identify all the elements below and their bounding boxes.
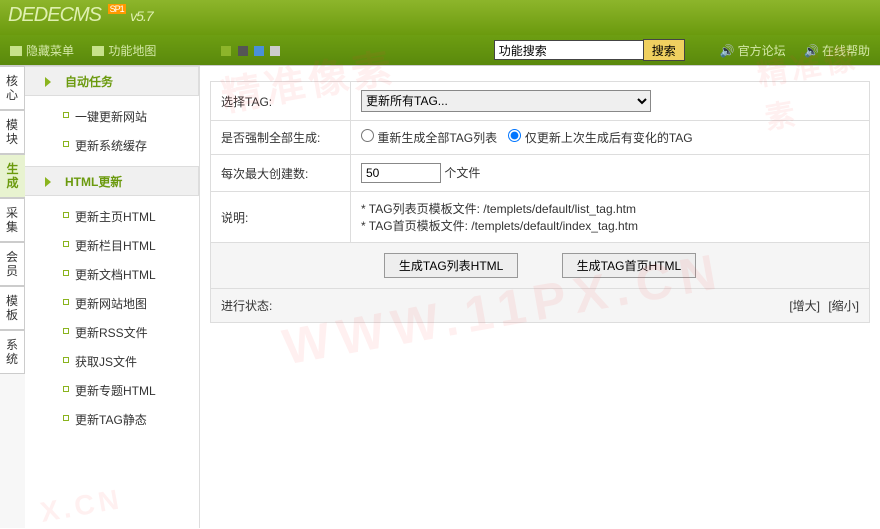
chip-gray[interactable] — [270, 46, 280, 56]
version: v5.7 — [130, 8, 152, 24]
dot-icon — [63, 386, 69, 392]
dot-icon — [63, 112, 69, 118]
tab-core[interactable]: 核心 — [0, 66, 25, 110]
dot-icon — [63, 415, 69, 421]
dot-icon — [63, 270, 69, 276]
chip-dark[interactable] — [238, 46, 248, 56]
logo: DEDECMS SP1 v5.7 — [8, 4, 153, 27]
tab-collect[interactable]: 采集 — [0, 198, 25, 242]
radio-update-changed[interactable]: 仅更新上次生成后有变化的TAG — [508, 131, 692, 145]
sidebar-item[interactable]: 更新RSS文件 — [25, 318, 199, 347]
sidebar-item[interactable]: 更新系统缓存 — [25, 131, 199, 160]
desc-text: * TAG列表页模板文件: /templets/default/list_tag… — [351, 192, 870, 243]
dot-icon — [63, 141, 69, 147]
tab-member[interactable]: 会员 — [0, 242, 25, 286]
label-force: 是否强制全部生成: — [211, 121, 351, 155]
sidebar-item[interactable]: 更新网站地图 — [25, 289, 199, 318]
tab-module[interactable]: 模块 — [0, 110, 25, 154]
group-html-update[interactable]: HTML更新 — [25, 166, 199, 196]
dot-icon — [63, 241, 69, 247]
sidebar-item[interactable]: 更新主页HTML — [25, 202, 199, 231]
gen-list-button[interactable]: 生成TAG列表HTML — [384, 253, 518, 278]
unit-text: 个文件 — [444, 166, 480, 180]
dot-icon — [63, 299, 69, 305]
toolbar: 隐藏菜单 功能地图 搜索 🔊官方论坛 🔊在线帮助 — [0, 35, 880, 65]
forum-link[interactable]: 🔊官方论坛 — [720, 44, 786, 58]
tab-generate[interactable]: 生成 — [0, 154, 25, 198]
arrow-icon — [45, 77, 51, 87]
dot-icon — [63, 212, 69, 218]
feature-map-link[interactable]: 功能地图 — [92, 44, 156, 58]
gen-index-button[interactable]: 生成TAG首页HTML — [562, 253, 696, 278]
vertical-tab-rail: 核心 模块 生成 采集 会员 模板 系统 — [0, 66, 25, 528]
menu-icon — [10, 46, 22, 56]
arrow-icon — [45, 177, 51, 187]
label-select-tag: 选择TAG: — [211, 82, 351, 121]
group-auto-task[interactable]: 自动任务 — [25, 66, 199, 96]
main-content: 选择TAG: 更新所有TAG... 是否强制全部生成: 重新生成全部TAG列表 … — [200, 66, 880, 528]
side-panel: 自动任务 一键更新网站 更新系统缓存 HTML更新 更新主页HTML 更新栏目H… — [25, 66, 200, 528]
sidebar-item[interactable]: 更新栏目HTML — [25, 231, 199, 260]
label-desc: 说明: — [211, 192, 351, 243]
radio-regen-all[interactable]: 重新生成全部TAG列表 — [361, 131, 497, 145]
progress-label: 进行状态: — [221, 297, 272, 314]
function-search-input[interactable] — [494, 40, 644, 60]
tab-template[interactable]: 模板 — [0, 286, 25, 330]
enlarge-link[interactable]: [增大] — [789, 299, 820, 313]
sidebar-item[interactable]: 更新TAG静态 — [25, 405, 199, 434]
sidebar-item[interactable]: 一键更新网站 — [25, 102, 199, 131]
tag-select[interactable]: 更新所有TAG... — [361, 90, 651, 112]
dot-icon — [63, 328, 69, 334]
sidebar-item[interactable]: 更新文档HTML — [25, 260, 199, 289]
label-max: 每次最大创建数: — [211, 155, 351, 192]
speaker-icon: 🔊 — [720, 44, 735, 58]
dot-icon — [63, 357, 69, 363]
help-link[interactable]: 🔊在线帮助 — [804, 44, 870, 58]
sp-badge: SP1 — [108, 4, 126, 14]
search-button[interactable]: 搜索 — [643, 39, 685, 61]
chip-green[interactable] — [221, 46, 231, 56]
shrink-link[interactable]: [缩小] — [828, 299, 859, 313]
help-icon: 🔊 — [804, 44, 819, 58]
max-count-input[interactable] — [361, 163, 441, 183]
header: DEDECMS SP1 v5.7 — [0, 0, 880, 35]
map-icon — [92, 46, 104, 56]
sidebar-item[interactable]: 获取JS文件 — [25, 347, 199, 376]
tab-system[interactable]: 系统 — [0, 330, 25, 374]
hide-menu-link[interactable]: 隐藏菜单 — [10, 44, 74, 58]
chip-blue[interactable] — [254, 46, 264, 56]
sidebar-item[interactable]: 更新专题HTML — [25, 376, 199, 405]
theme-chips — [221, 43, 283, 57]
